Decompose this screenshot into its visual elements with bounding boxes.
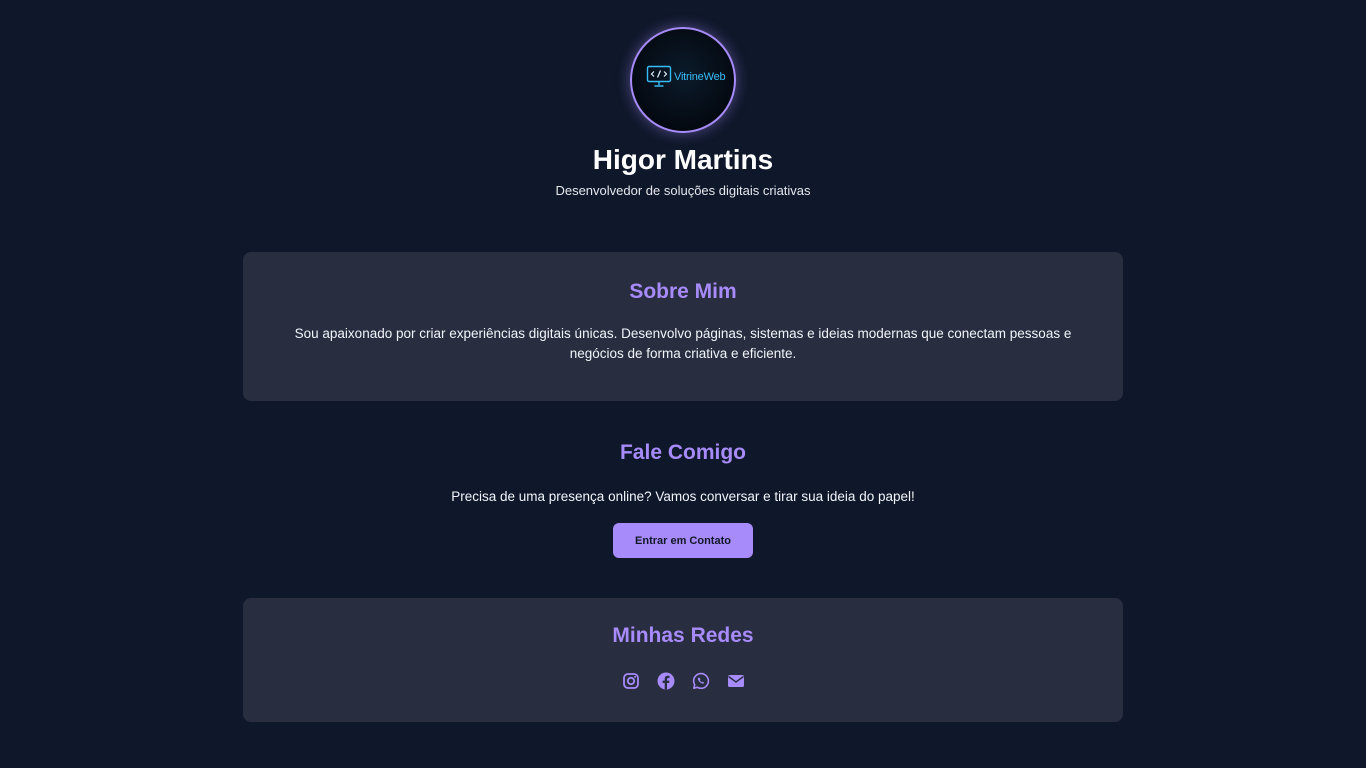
social-card: Minhas Redes — [243, 598, 1123, 722]
about-title: Sobre Mim — [629, 280, 737, 303]
profile-name: Higor Martins — [592, 144, 774, 175]
whatsapp-icon[interactable] — [692, 672, 710, 690]
about-card: Sobre Mim Sou apaixonado por criar exper… — [243, 252, 1123, 401]
facebook-icon[interactable] — [657, 672, 675, 690]
monitor-code-icon — [646, 65, 672, 89]
instagram-icon[interactable] — [622, 672, 640, 690]
page: VitrineWeb Higor Martins Desenvolvedor d… — [0, 0, 1366, 768]
envelope-icon[interactable] — [727, 672, 745, 690]
avatar: VitrineWeb — [630, 27, 736, 133]
about-text: Sou apaixonado por criar experiências di… — [294, 326, 1072, 361]
social-links — [243, 672, 1123, 690]
contact-title: Fale Comigo — [619, 441, 746, 464]
vitrineweb-logo: VitrineWeb — [646, 65, 726, 89]
social-title: Minhas Redes — [612, 624, 754, 647]
profile-tagline: Desenvolvedor de soluções digitais criat… — [555, 183, 811, 198]
contact-text: Precisa de uma presença online? Vamos co… — [451, 489, 915, 504]
logo-text: VitrineWeb — [674, 71, 726, 83]
contact-button[interactable]: Entrar em Contato — [613, 523, 753, 558]
